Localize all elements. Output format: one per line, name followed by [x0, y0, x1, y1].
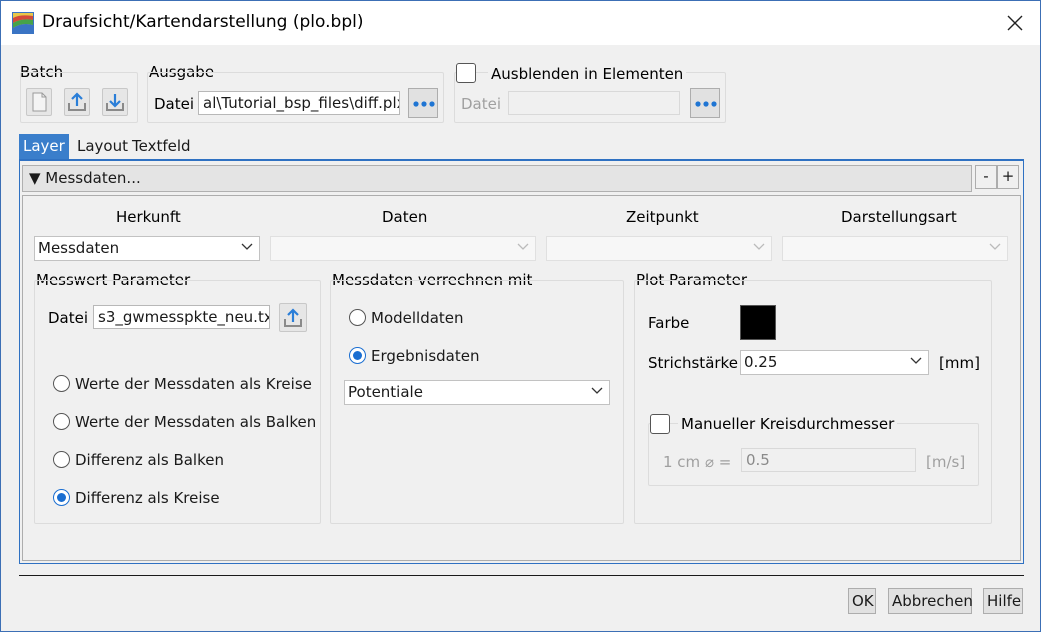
- tab-layout[interactable]: Layout: [73, 134, 132, 160]
- cm-input: 0.5: [741, 448, 916, 472]
- upload-icon: [284, 308, 302, 327]
- radio-messwert-balken-label: Werte der Messdaten als Balken: [75, 413, 317, 431]
- close-icon[interactable]: [1000, 9, 1030, 37]
- strichstaerke-unit: [mm]: [939, 354, 980, 372]
- radio-differenz-balken[interactable]: [53, 451, 70, 468]
- radio-differenz-balken-label: Differenz als Balken: [75, 451, 224, 469]
- zeitpunkt-label: Zeitpunkt: [626, 208, 699, 226]
- cm-unit: [m/s]: [926, 453, 966, 471]
- radio-differenz-kreise-label: Differenz als Kreise: [75, 489, 220, 507]
- verrechnen-select-value: Potentiale: [348, 383, 423, 401]
- herkunft-label: Herkunft: [116, 208, 181, 226]
- darstellungsart-select: [782, 236, 1008, 261]
- ok-button[interactable]: OK: [848, 588, 876, 614]
- hide-checkbox-label: Ausblenden in Elementen: [488, 65, 687, 83]
- radio-ergebnisdaten[interactable]: [349, 347, 366, 364]
- tab-textfeld[interactable]: Textfeld: [128, 134, 195, 160]
- herkunft-select[interactable]: Messdaten: [34, 236, 260, 261]
- daten-label: Daten: [382, 208, 428, 226]
- tab-layer[interactable]: Layer: [19, 134, 69, 160]
- messwert-file-input[interactable]: s3_gwmesspkte_neu.txt: [93, 305, 270, 329]
- cm-label: 1 cm ⌀ =: [663, 453, 732, 471]
- ellipsis-icon: [695, 101, 717, 107]
- messwert-upload-button[interactable]: [279, 303, 307, 332]
- herkunft-select-value: Messdaten: [38, 239, 120, 257]
- daten-select: [270, 236, 536, 261]
- chevron-down-icon: [517, 243, 529, 250]
- zeitpunkt-select: [546, 236, 772, 261]
- radio-messwert-kreise[interactable]: [53, 375, 70, 392]
- section-header-messdaten[interactable]: ▼ Messdaten...: [22, 165, 972, 192]
- chevron-down-icon: [753, 243, 765, 250]
- upload-icon: [68, 92, 86, 111]
- ausgabe-browse-button[interactable]: [408, 88, 438, 118]
- verrechnen-select[interactable]: Potentiale: [344, 380, 610, 405]
- radio-differenz-kreise[interactable]: [53, 489, 70, 506]
- manual-checkbox[interactable]: [650, 414, 670, 434]
- radio-modelldaten[interactable]: [349, 309, 366, 326]
- batch-upload-button[interactable]: [64, 88, 90, 116]
- farbe-label: Farbe: [648, 314, 690, 332]
- darstellungsart-label: Darstellungsart: [841, 208, 957, 226]
- download-icon: [106, 94, 124, 111]
- manual-checkbox-label: Manueller Kreisdurchmesser: [678, 415, 898, 433]
- strichstaerke-select-value: 0.25: [744, 353, 778, 371]
- farbe-color-swatch[interactable]: [740, 305, 776, 340]
- file-new-icon: [32, 92, 47, 112]
- messwert-file-label: Datei: [48, 309, 89, 327]
- chevron-down-icon: [241, 243, 253, 250]
- expand-button[interactable]: +: [997, 165, 1019, 189]
- cancel-button[interactable]: Abbrechen: [888, 588, 973, 614]
- ausgabe-file-input[interactable]: al\Tutorial_bsp_files\diff.plx: [198, 91, 400, 115]
- radio-messwert-balken[interactable]: [53, 413, 70, 430]
- hide-browse-button[interactable]: [690, 88, 720, 118]
- chevron-down-icon: [989, 243, 1001, 250]
- radio-messwert-kreise-label: Werte der Messdaten als Kreise: [75, 375, 312, 393]
- hide-file-input: [508, 91, 680, 115]
- strichstaerke-select[interactable]: 0.25: [740, 350, 929, 375]
- title-bar: Draufsicht/Kartendarstellung (plo.bpl): [1, 1, 1040, 45]
- ellipsis-icon: [413, 101, 435, 107]
- radio-modelldaten-label: Modelldaten: [371, 309, 464, 327]
- batch-new-button[interactable]: [26, 88, 52, 116]
- help-button[interactable]: Hilfe: [983, 588, 1023, 614]
- batch-download-button[interactable]: [102, 88, 128, 116]
- footer-separator: [19, 575, 1024, 576]
- app-icon: [12, 12, 34, 34]
- hide-file-label: Datei: [461, 95, 502, 113]
- radio-ergebnisdaten-label: Ergebnisdaten: [371, 347, 480, 365]
- window-title: Draufsicht/Kartendarstellung (plo.bpl): [42, 12, 364, 32]
- collapse-button[interactable]: -: [975, 165, 997, 189]
- chevron-down-icon: [910, 357, 922, 364]
- ausgabe-file-label: Datei: [154, 95, 195, 113]
- chevron-down-icon: [591, 387, 603, 394]
- dialog-window: Draufsicht/Kartendarstellung (plo.bpl) B…: [0, 0, 1041, 632]
- strichstaerke-label: Strichstärke: [648, 354, 738, 372]
- hide-checkbox[interactable]: [456, 63, 476, 83]
